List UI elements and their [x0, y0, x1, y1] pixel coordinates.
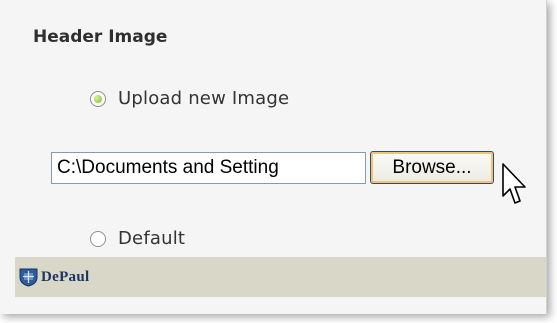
- upload-radio-label[interactable]: Upload new Image: [118, 88, 289, 109]
- header-image-panel: Header Image Upload new Image C:\Documen…: [0, 0, 547, 314]
- default-header-preview: DePaul: [15, 257, 546, 297]
- default-radio-label[interactable]: Default: [118, 228, 185, 249]
- depaul-logo-text: DePaul: [41, 268, 90, 285]
- section-title: Header Image: [33, 27, 168, 47]
- upload-radio-button[interactable]: [90, 90, 106, 107]
- depaul-logo: DePaul: [19, 267, 89, 287]
- file-path-input[interactable]: C:\Documents and Setting: [51, 152, 366, 184]
- default-option[interactable]: Default: [90, 228, 185, 249]
- browse-button-label: Browse...: [392, 156, 472, 178]
- arrow-pointer-icon: [502, 163, 526, 204]
- upload-new-image-option[interactable]: Upload new Image: [90, 88, 289, 109]
- browse-button[interactable]: Browse...: [370, 151, 494, 184]
- default-radio-button[interactable]: [90, 230, 106, 247]
- depaul-shield-icon: [19, 268, 38, 287]
